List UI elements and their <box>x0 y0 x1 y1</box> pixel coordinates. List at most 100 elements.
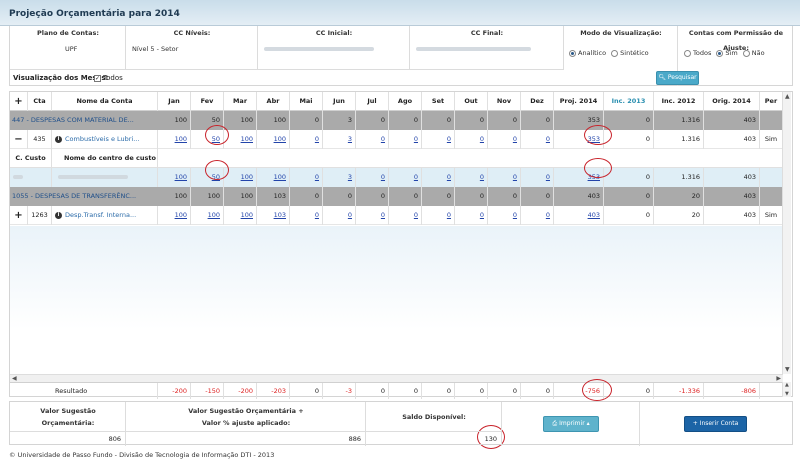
cell-jul: 0 <box>356 187 389 206</box>
account-name-text[interactable]: Combustíveis e Lubri... <box>65 135 139 143</box>
valor-ajuste-cell: Valor Sugestão Orçamentária + Valor % aj… <box>126 402 366 446</box>
cell-fev[interactable]: 50 <box>191 130 224 149</box>
sintetico-radio[interactable] <box>611 49 619 57</box>
valor-sugestao-label-line1: Valor Sugestão <box>40 407 96 415</box>
cell-jul[interactable]: 0 <box>356 130 389 149</box>
cell-fev[interactable]: 50 <box>191 168 224 187</box>
todos-radio[interactable] <box>684 49 691 57</box>
nao-radio[interactable] <box>742 49 750 57</box>
cell-set[interactable]: 0 <box>422 168 455 187</box>
group-row-447[interactable]: 447 - DESPESAS COM MATERIAL DE... 100 50 1… <box>10 111 783 130</box>
cell-mai[interactable]: 0 <box>290 130 323 149</box>
cell-out[interactable]: 0 <box>455 206 488 225</box>
modo-label: Modo de Visualização: <box>580 29 662 37</box>
scroll-down-icon[interactable]: ▼ <box>785 366 790 373</box>
pesquisar-button[interactable]: 🔍︎ Pesquisar <box>656 71 699 85</box>
modo-options: Analítico Sintético <box>569 47 649 67</box>
cell-fev[interactable]: 100 <box>191 206 224 225</box>
expand-all-button[interactable]: + <box>10 92 28 111</box>
cell-inc2013: 0 <box>604 168 654 187</box>
cell-mar[interactable]: 100 <box>224 168 257 187</box>
cell-out[interactable]: 0 <box>455 168 488 187</box>
grid-horizontal-scrollbar[interactable]: ◀ ▶ <box>10 374 783 382</box>
col-inc2013[interactable]: Inc. 2013 <box>604 92 654 111</box>
cc-inicial-cell[interactable]: CC Inicial: <box>258 26 410 69</box>
cell-dez[interactable]: 0 <box>521 168 554 187</box>
cell-nov[interactable]: 0 <box>488 130 521 149</box>
sim-radio[interactable] <box>716 49 724 57</box>
cc-niveis-cell[interactable]: CC Níveis: Nível 5 - Setor <box>126 26 258 69</box>
expand-button[interactable]: + <box>10 206 28 225</box>
scroll-up-icon[interactable]: ▲ <box>785 93 790 100</box>
cell-proj[interactable]: 353 <box>554 130 604 149</box>
account-name[interactable]: i Desp.Transf. Interna... <box>52 206 158 225</box>
saldo-value: 130 <box>484 435 497 443</box>
cell-jan[interactable]: 100 <box>158 168 191 187</box>
cell-abr[interactable]: 100 <box>257 130 290 149</box>
collapse-button[interactable]: − <box>10 130 28 149</box>
scroll-down-icon[interactable]: ▼ <box>785 391 789 397</box>
cell-mar[interactable]: 100 <box>224 206 257 225</box>
cell-jan[interactable]: 100 <box>158 130 191 149</box>
imprimir-button[interactable]: ⎙ Imprimir ▴ <box>543 416 599 432</box>
cell-abr[interactable]: 103 <box>257 206 290 225</box>
cell-mai[interactable]: 0 <box>290 168 323 187</box>
cell-jun[interactable]: 0 <box>323 206 356 225</box>
col-jun: Jun <box>323 92 356 111</box>
cost-center-row[interactable]: 100 50 100 100 0 3 0 0 0 0 0 0 353 0 1.316 403 <box>10 168 783 187</box>
info-icon[interactable]: i <box>55 135 62 143</box>
cell-jun[interactable]: 3 <box>323 168 356 187</box>
cell-proj[interactable]: 403 <box>554 206 604 225</box>
analitico-radio[interactable] <box>569 49 576 57</box>
cell-out[interactable]: 0 <box>455 130 488 149</box>
cc-final-cell[interactable]: CC Final: <box>410 26 564 69</box>
cell-dez[interactable]: 0 <box>521 130 554 149</box>
cell-ago[interactable]: 0 <box>389 206 422 225</box>
meses-todos[interactable]: ✓ Todos <box>92 74 123 82</box>
todos-checkbox[interactable]: ✓ <box>94 74 101 82</box>
cell-ago[interactable]: 0 <box>389 168 422 187</box>
inserir-conta-button[interactable]: + Inserir Conta <box>684 416 747 432</box>
cell-set[interactable]: 0 <box>422 130 455 149</box>
account-name-text[interactable]: Desp.Transf. Interna... <box>65 211 136 219</box>
account-row-435[interactable]: − 435 i Combustíveis e Lubri... 100 50 100 1… <box>10 130 783 149</box>
cc-inicial-label: CC Inicial: <box>315 29 353 37</box>
cell-ago[interactable]: 0 <box>389 130 422 149</box>
cc-final-value[interactable] <box>416 43 531 63</box>
info-icon[interactable]: i <box>55 211 62 219</box>
cell-jun[interactable]: 3 <box>323 130 356 149</box>
cell-out: 0 <box>455 383 488 399</box>
cell-dez[interactable]: 0 <box>521 206 554 225</box>
col-set: Set <box>422 92 455 111</box>
cost-center-header: C. Custo Nome do centro de custo <box>10 149 783 168</box>
cell-jul[interactable]: 0 <box>356 206 389 225</box>
result-scrollbar[interactable]: ▲ ▼ <box>782 382 791 397</box>
cell-inc2013: 0 <box>604 383 654 399</box>
cell-proj[interactable]: 353 <box>554 168 604 187</box>
cell-nov[interactable]: 0 <box>488 206 521 225</box>
cell-jan[interactable]: 100 <box>158 206 191 225</box>
col-mai: Mai <box>290 92 323 111</box>
cell-mar[interactable]: 100 <box>224 130 257 149</box>
cell-set: 0 <box>422 383 455 399</box>
cell-nov[interactable]: 0 <box>488 168 521 187</box>
cc-inicial-value[interactable] <box>264 43 374 63</box>
todos-label: Todos <box>693 49 712 57</box>
cell-set[interactable]: 0 <box>422 206 455 225</box>
col-proj: Proj. 2014 <box>554 92 604 111</box>
cell-mai[interactable]: 0 <box>290 206 323 225</box>
scroll-left-icon[interactable]: ◀ <box>12 375 17 382</box>
grid-vertical-scrollbar[interactable]: ▲ ▼ <box>782 92 791 374</box>
todos-check-label: Todos <box>103 74 123 82</box>
filter-panel: Plano de Contas: UPF CC Níveis: Nível 5 … <box>9 26 793 86</box>
group-row-1055[interactable]: 1055 - DESPESAS DE TRANSFERÊNC... 100 100… <box>10 187 783 206</box>
scroll-right-icon[interactable]: ▶ <box>776 375 781 382</box>
scroll-up-icon[interactable]: ▲ <box>785 382 789 388</box>
cell-jul[interactable]: 0 <box>356 168 389 187</box>
cell-out: 0 <box>455 187 488 206</box>
cell-abr[interactable]: 100 <box>257 168 290 187</box>
cell-ago: 0 <box>389 383 422 399</box>
account-name[interactable]: i Combustíveis e Lubri... <box>52 130 158 149</box>
account-row-1263[interactable]: + 1263 i Desp.Transf. Interna... 100 100 10… <box>10 206 783 225</box>
cc-niveis-value[interactable]: Nível 5 - Setor <box>132 43 178 63</box>
